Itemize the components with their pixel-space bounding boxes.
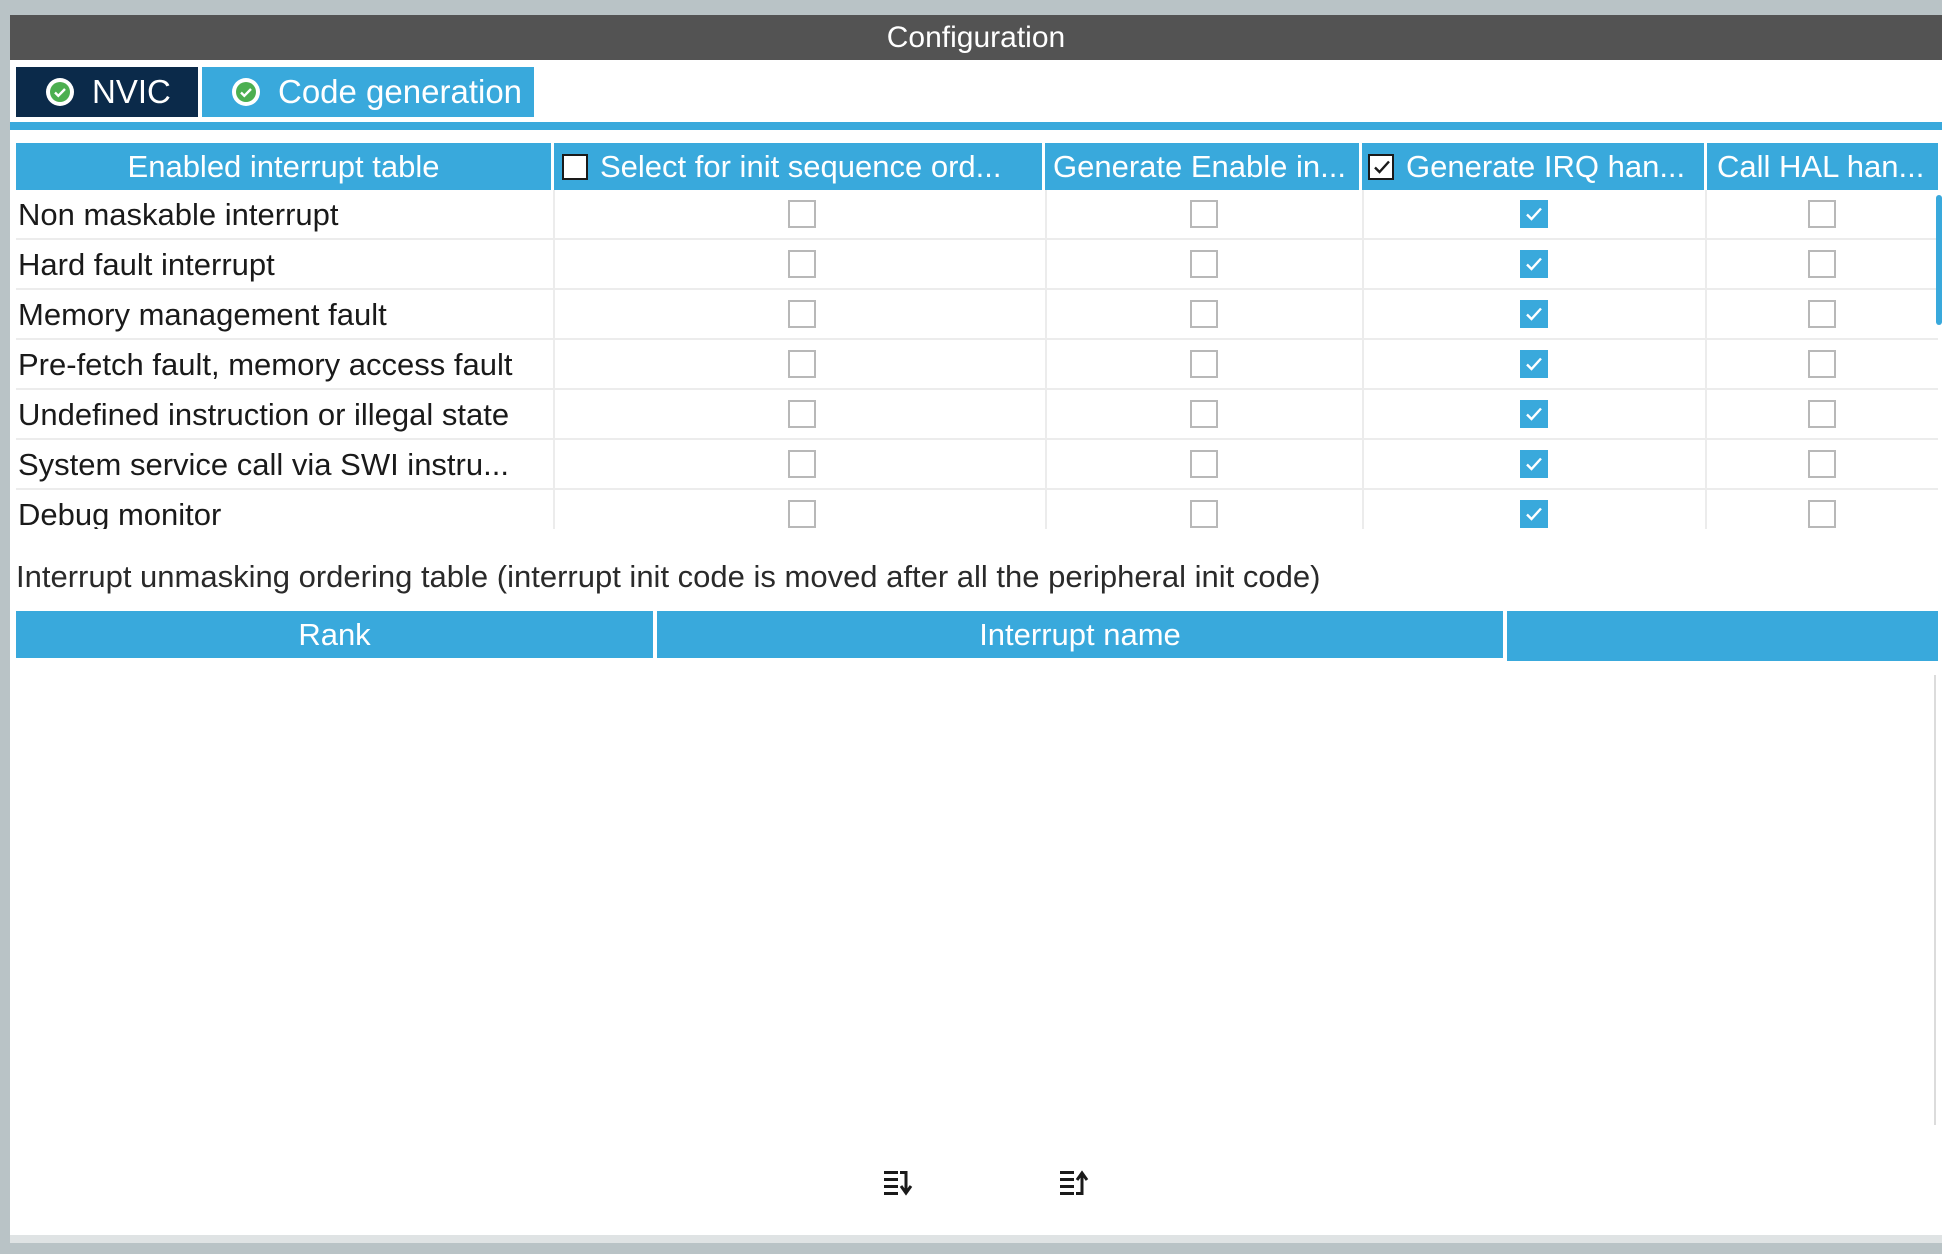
table-row[interactable]: Hard fault interrupt (16, 240, 1938, 290)
checkbox-select-init[interactable] (788, 400, 816, 428)
header-extra-column[interactable] (1507, 611, 1938, 661)
table-header: Enabled interrupt table Select for init … (16, 143, 1938, 190)
tab-nvic[interactable]: NVIC (16, 67, 198, 117)
sort-move-up-icon (1060, 1170, 1089, 1195)
checkbox-generate-irq[interactable] (1520, 200, 1548, 228)
checkbox-generate-irq[interactable] (1520, 450, 1548, 478)
table-row[interactable]: Memory management fault (16, 290, 1938, 340)
interrupt-name: Debug monitor (18, 497, 222, 529)
checkbox-call-hal[interactable] (1808, 350, 1836, 378)
checkbox-generate-irq[interactable] (1520, 350, 1548, 378)
interrupt-name: System service call via SWI instru... (18, 447, 509, 482)
window-title: Configuration (10, 15, 1942, 60)
table-row[interactable]: Undefined instruction or illegal state (16, 390, 1938, 440)
interrupt-name: Hard fault interrupt (18, 247, 275, 282)
checkbox-select-init[interactable] (788, 250, 816, 278)
checkbox-call-hal[interactable] (1808, 250, 1836, 278)
header-enabled-interrupt-table[interactable]: Enabled interrupt table (16, 143, 554, 190)
checkbox-generate-enable[interactable] (1190, 450, 1218, 478)
header-generate-enable[interactable]: Generate Enable in... (1045, 143, 1362, 190)
interrupt-name: Memory management fault (18, 297, 387, 332)
header-checkbox-select-init[interactable] (562, 153, 588, 180)
move-down-button[interactable] (882, 1165, 922, 1201)
tab-underline (10, 122, 1942, 130)
sort-move-down-icon (884, 1171, 913, 1196)
checkbox-generate-enable[interactable] (1190, 300, 1218, 328)
table-scrollbar[interactable] (1936, 195, 1942, 325)
checkbox-generate-irq[interactable] (1520, 300, 1548, 328)
header-interrupt-name[interactable]: Interrupt name (657, 611, 1503, 658)
checkbox-generate-enable[interactable] (1190, 400, 1218, 428)
header-generate-irq-handler[interactable]: Generate IRQ han... (1362, 143, 1707, 190)
header-select-init-sequence[interactable]: Select for init sequence ord... (554, 143, 1045, 190)
checkbox-select-init[interactable] (788, 200, 816, 228)
table-row[interactable]: System service call via SWI instru... (16, 440, 1938, 490)
interrupt-name: Pre-fetch fault, memory access fault (18, 347, 513, 382)
table-row[interactable]: Debug monitor (16, 490, 1938, 529)
checkbox-call-hal[interactable] (1808, 300, 1836, 328)
checkbox-generate-irq[interactable] (1520, 400, 1548, 428)
checkbox-select-init[interactable] (788, 300, 816, 328)
move-up-button[interactable] (1058, 1165, 1098, 1201)
interrupt-name: Non maskable interrupt (18, 197, 339, 232)
tab-label: Code generation (278, 73, 523, 110)
tab-label: NVIC (92, 73, 171, 110)
header-call-hal-handler[interactable]: Call HAL han... (1707, 143, 1938, 190)
header-checkbox-generate-irq[interactable] (1368, 153, 1394, 180)
check-circle-icon (232, 78, 260, 106)
checkbox-generate-enable[interactable] (1190, 500, 1218, 528)
checkbox-call-hal[interactable] (1808, 400, 1836, 428)
checkbox-select-init[interactable] (788, 350, 816, 378)
checkbox-generate-enable[interactable] (1190, 200, 1218, 228)
checkbox-select-init[interactable] (788, 450, 816, 478)
ordering-table-header: Rank Interrupt name (16, 611, 1938, 661)
panel-bottom-edge (10, 1235, 1942, 1243)
table-border (1934, 675, 1936, 1125)
tab-code-generation[interactable]: Code generation (202, 67, 534, 117)
ordering-table-label: Interrupt unmasking ordering table (inte… (16, 559, 1321, 594)
configuration-panel: Configuration NVIC Code generation Enabl… (10, 15, 1942, 1243)
checkbox-call-hal[interactable] (1808, 500, 1836, 528)
tab-bar: NVIC Code generation (10, 60, 1942, 132)
checkbox-generate-irq[interactable] (1520, 250, 1548, 278)
table-row[interactable]: Non maskable interrupt (16, 190, 1938, 240)
checkbox-generate-enable[interactable] (1190, 250, 1218, 278)
table-row[interactable]: Pre-fetch fault, memory access fault (16, 340, 1938, 390)
interrupt-name: Undefined instruction or illegal state (18, 397, 510, 432)
check-circle-icon (46, 78, 74, 106)
checkbox-select-init[interactable] (788, 500, 816, 528)
checkbox-generate-enable[interactable] (1190, 350, 1218, 378)
checkbox-call-hal[interactable] (1808, 450, 1836, 478)
checkbox-call-hal[interactable] (1808, 200, 1836, 228)
header-rank[interactable]: Rank (16, 611, 653, 658)
checkbox-generate-irq[interactable] (1520, 500, 1548, 528)
enabled-interrupt-table: Enabled interrupt table Select for init … (16, 143, 1938, 529)
